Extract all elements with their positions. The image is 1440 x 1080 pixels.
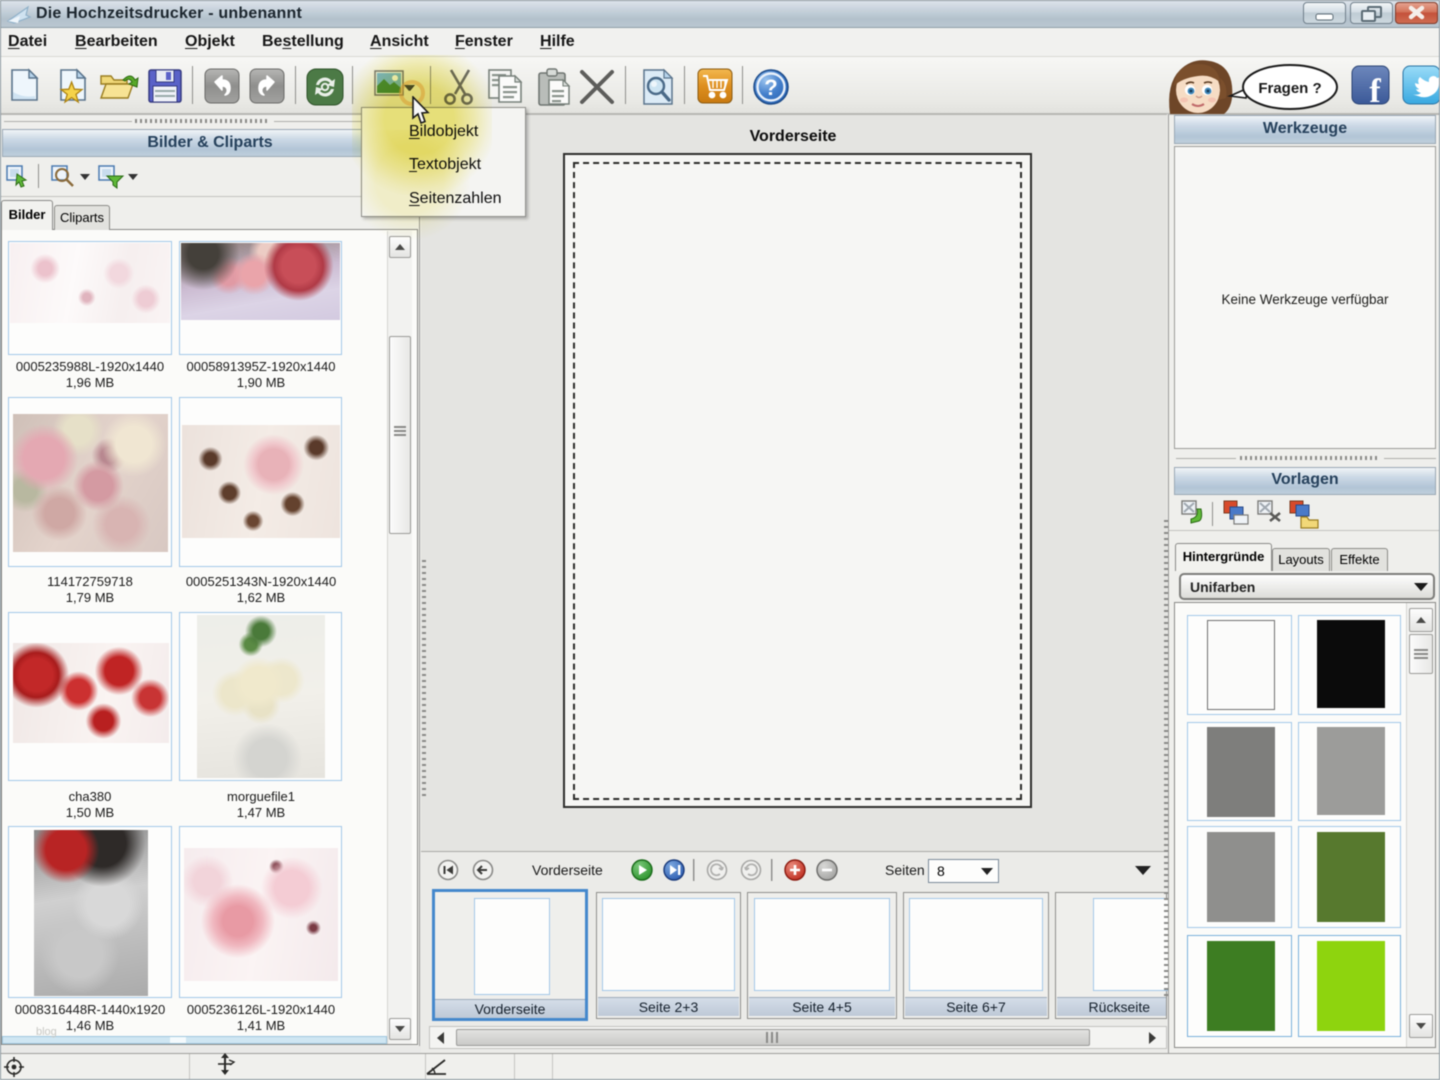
svg-text:Fragen ?: Fragen ? — [1258, 80, 1321, 97]
svg-text:Seiten: Seiten — [885, 862, 925, 878]
svg-text:?: ? — [764, 75, 777, 100]
svg-text:f: f — [1369, 73, 1381, 110]
svg-text:Vorderseite: Vorderseite — [532, 862, 603, 878]
